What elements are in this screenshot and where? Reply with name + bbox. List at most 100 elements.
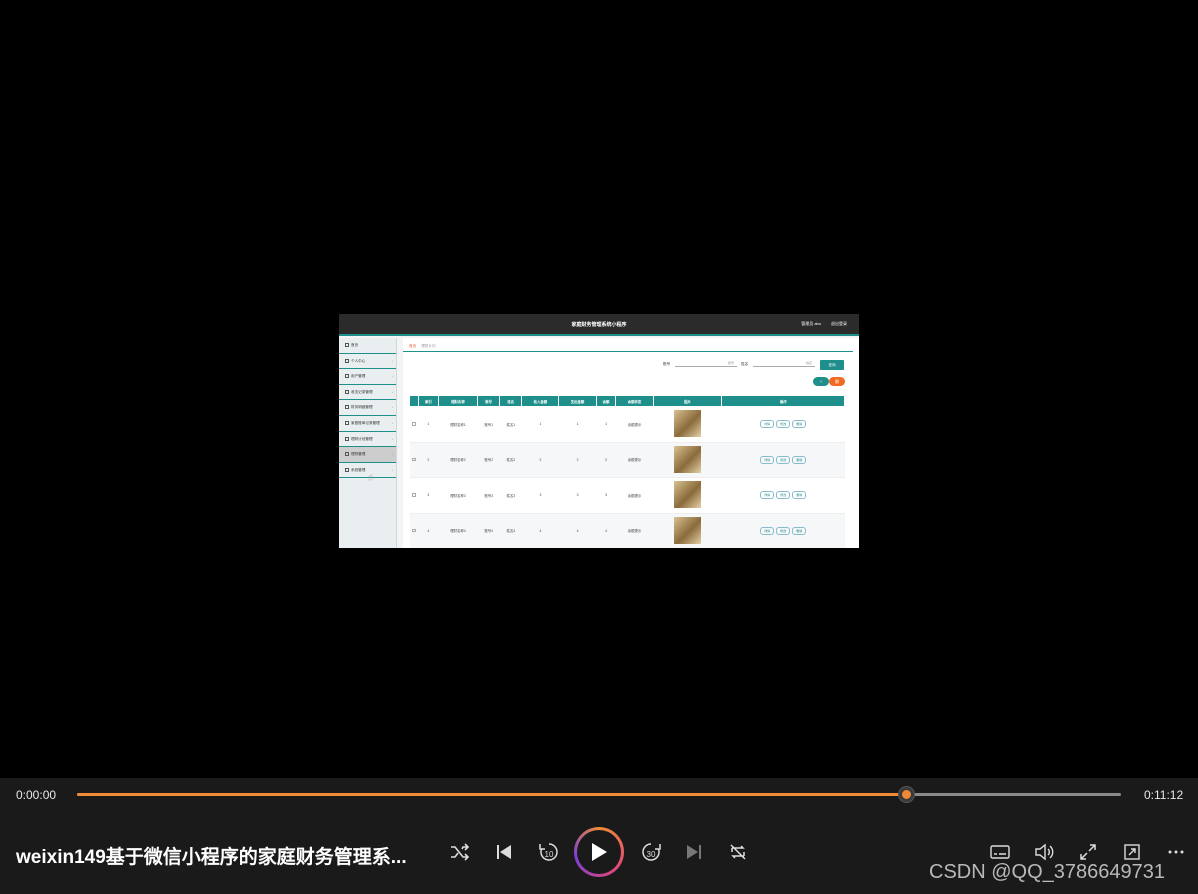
remove-button: 删除 bbox=[792, 420, 807, 429]
table-header-cell: 收入金额 bbox=[521, 395, 560, 407]
forward-30-icon[interactable]: 30 bbox=[639, 841, 663, 863]
video-area[interactable]: 家庭财务管理系统小程序 管理员 abo 退出登录 首页 个人中心 › 用户管理 › 收支记… bbox=[0, 0, 1198, 778]
table-header-cell: 余额 bbox=[595, 395, 617, 407]
table-cell-name: 理财名称1 bbox=[438, 406, 478, 443]
table-cell-person: 姓名3 bbox=[499, 477, 522, 514]
edit-button: 修改 bbox=[776, 455, 791, 464]
chevron-icon: › bbox=[392, 436, 393, 441]
play-button[interactable] bbox=[574, 827, 624, 877]
finance-thumbnail bbox=[673, 516, 701, 544]
breadcrumb-current: 理财计划 bbox=[421, 344, 436, 348]
seek-bar[interactable] bbox=[77, 787, 1121, 802]
finance-table: 索引 理财名称 账号 姓名 收入金额 支出金额 余额 余额状态 图片 操作 1 理财名称1 账号1 姓名… bbox=[409, 395, 845, 548]
video-frame: 家庭财务管理系统小程序 管理员 abo 退出登录 首页 个人中心 › 用户管理 › 收支记… bbox=[339, 314, 859, 548]
name-filter-label: 姓名 bbox=[741, 362, 749, 366]
table-cell-image bbox=[653, 406, 722, 443]
table-header-cell: 索引 bbox=[417, 395, 439, 407]
finance-thumbnail bbox=[673, 445, 701, 473]
table-cell-actions: 详情 修改 删除 bbox=[721, 513, 845, 548]
skip-next-icon[interactable] bbox=[683, 841, 705, 863]
sidebar-item-label: 用户管理 bbox=[351, 374, 366, 379]
table-cell-actions: 详情 修改 删除 bbox=[721, 406, 845, 443]
table-header-cell: 余额状态 bbox=[615, 395, 654, 407]
table-cell-image bbox=[653, 442, 722, 478]
table-cell-image bbox=[653, 513, 722, 548]
table-cell-name: 理财名称3 bbox=[438, 477, 478, 514]
sidebar-item-label: 财务明细管理 bbox=[351, 405, 373, 410]
table-body: 1 理财名称1 账号1 姓名1 1 1 1 余额提示 详情 修改 删除 2 理财名称2 账号2 姓名2 2 2 2… bbox=[409, 406, 845, 548]
sidebar-item-label: 理财计划管理 bbox=[351, 436, 373, 441]
rewind-label: 10 bbox=[545, 850, 554, 859]
logout-link: 退出登录 bbox=[831, 321, 847, 326]
table-cell-expense: 4 bbox=[558, 513, 597, 548]
table-cell-person: 姓名2 bbox=[499, 442, 522, 478]
remove-button: 删除 bbox=[792, 455, 807, 464]
sidebar-item-label: 首页 bbox=[351, 343, 359, 347]
table-header-cell bbox=[409, 395, 419, 407]
table-cell-balance: 3 bbox=[596, 477, 616, 514]
repeat-icon[interactable] bbox=[727, 841, 749, 863]
table-header-cell: 操作 bbox=[721, 395, 845, 407]
table-cell-index: 4 bbox=[418, 513, 439, 548]
rewind-10-icon[interactable]: 10 bbox=[537, 841, 561, 863]
sidebar-item-label: 收支记录管理 bbox=[351, 389, 373, 394]
add-button: + bbox=[813, 377, 829, 386]
detail-button: 详情 bbox=[760, 526, 775, 535]
delete-button: 删 bbox=[829, 377, 845, 386]
table-cell-income: 2 bbox=[521, 442, 559, 478]
chevron-icon: › bbox=[392, 467, 393, 472]
table-cell-account: 账号3 bbox=[477, 477, 500, 514]
admin-label: 管理员 abo bbox=[801, 321, 821, 326]
gear-icon bbox=[345, 452, 349, 457]
grid-icon bbox=[345, 421, 349, 426]
shuffle-icon[interactable] bbox=[449, 841, 471, 863]
table-cell-account: 账号2 bbox=[477, 442, 500, 478]
more-icon[interactable] bbox=[1165, 841, 1187, 863]
subtitles-icon[interactable] bbox=[989, 841, 1011, 863]
sidebar-item: 理财计划管理 › bbox=[339, 432, 396, 448]
seek-bar-progress bbox=[77, 793, 906, 796]
table-header-cell: 图片 bbox=[652, 395, 723, 407]
remove-button: 删除 bbox=[792, 491, 807, 500]
row-checkbox bbox=[409, 406, 419, 443]
table-cell-person: 姓名4 bbox=[499, 513, 522, 548]
user-icon bbox=[345, 358, 349, 363]
table-cell-expense: 2 bbox=[558, 442, 597, 478]
forward-label: 30 bbox=[647, 850, 656, 859]
play-icon bbox=[577, 830, 621, 874]
table-row: 1 理财名称1 账号1 姓名1 1 1 1 余额提示 详情 修改 删除 bbox=[409, 406, 845, 443]
detail-button: 详情 bbox=[760, 491, 775, 500]
seek-bar-thumb[interactable] bbox=[898, 787, 914, 802]
table-cell-income: 1 bbox=[521, 406, 559, 443]
lock-icon bbox=[345, 467, 349, 472]
sidebar-item: 家庭账单记录管理 › bbox=[339, 416, 396, 432]
chevron-icon: › bbox=[392, 389, 393, 394]
volume-icon[interactable] bbox=[1033, 841, 1055, 863]
table-row: 3 理财名称3 账号3 姓名3 3 3 3 余额提示 详情 修改 删除 bbox=[409, 477, 845, 514]
table-cell-balance: 2 bbox=[596, 442, 616, 478]
table-header-cell: 支出金额 bbox=[558, 395, 597, 407]
sidebar-item: 收支记录管理 › bbox=[339, 385, 396, 401]
remove-button: 删除 bbox=[792, 526, 807, 535]
skip-previous-icon[interactable] bbox=[493, 841, 515, 863]
grid-icon bbox=[345, 374, 349, 379]
mouse-cursor-icon: ☝ bbox=[368, 473, 373, 482]
table-cell-actions: 详情 修改 删除 bbox=[721, 442, 845, 478]
table-cell-balance: 1 bbox=[596, 406, 616, 443]
chevron-icon: › bbox=[392, 420, 393, 425]
table-cell-status: 余额提示 bbox=[615, 442, 654, 478]
table-cell-name: 理财名称2 bbox=[438, 442, 478, 478]
mini-player-icon[interactable] bbox=[1121, 841, 1143, 863]
chevron-icon: › bbox=[392, 358, 393, 363]
sidebar-item: 理财管理 › bbox=[339, 447, 396, 463]
fullscreen-icon[interactable] bbox=[1077, 841, 1099, 863]
app-header: 家庭财务管理系统小程序 管理员 abo 退出登录 bbox=[339, 314, 859, 336]
table-header-cell: 姓名 bbox=[499, 395, 523, 407]
table-cell-person: 姓名1 bbox=[499, 406, 522, 443]
main-content: 首页 理财计划 账号 账号 姓名 姓名 查询 + 删 索引 理财名称 账号 姓名 收入金… bbox=[403, 338, 859, 548]
tag-icon bbox=[345, 405, 349, 410]
table-cell-status: 余额提示 bbox=[615, 477, 654, 514]
table-header-cell: 账号 bbox=[477, 395, 501, 407]
total-time: 0:11:12 bbox=[1144, 788, 1184, 802]
finance-thumbnail bbox=[673, 481, 701, 509]
